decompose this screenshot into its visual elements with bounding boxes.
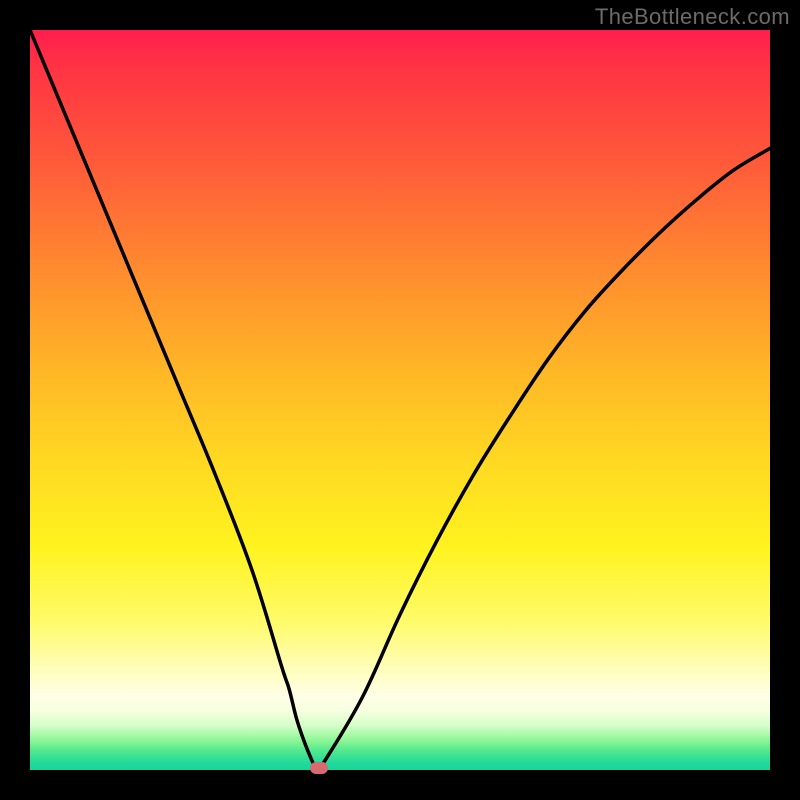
curve-line (30, 30, 770, 770)
attribution-label: TheBottleneck.com (595, 4, 790, 30)
plot-area (30, 30, 770, 770)
chart-frame: TheBottleneck.com (0, 0, 800, 800)
optimal-point-marker (310, 762, 328, 774)
